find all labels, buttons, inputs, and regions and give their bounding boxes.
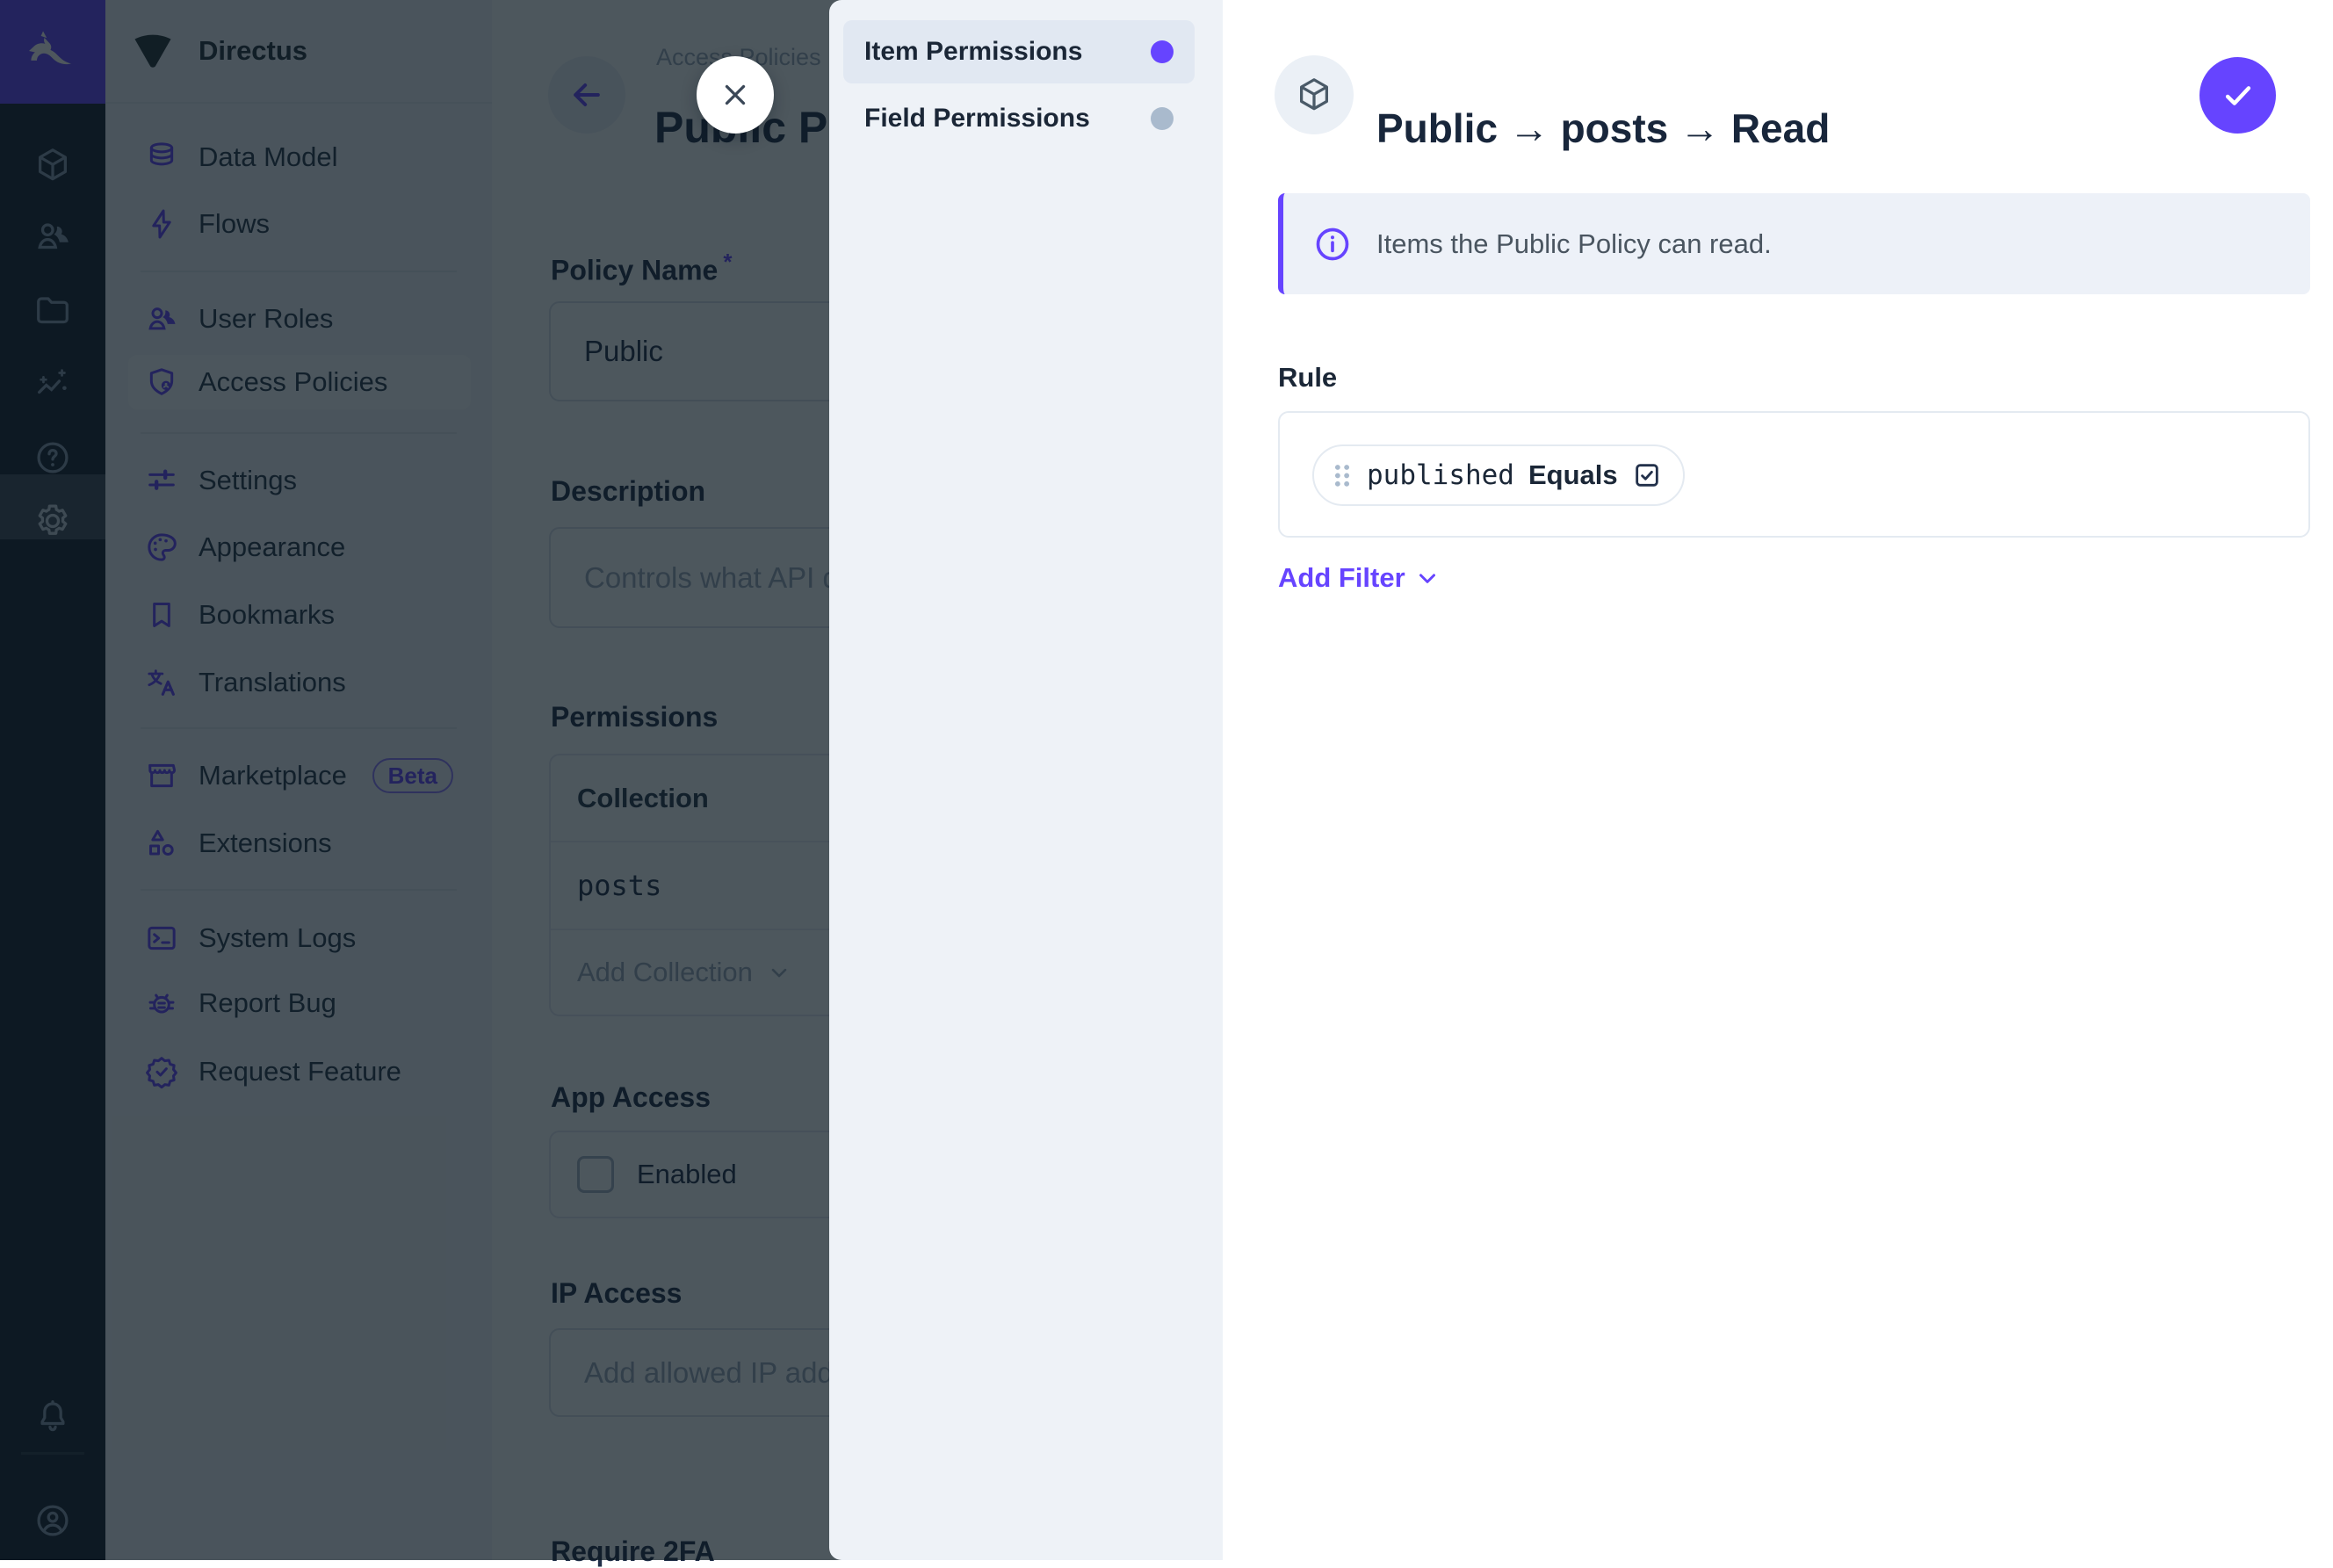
rule-card: published Equals [1278,411,2310,538]
filter-chip[interactable]: published Equals [1312,444,1685,506]
info-banner-text: Items the Public Policy can read. [1376,228,1772,260]
check-icon [2219,76,2257,115]
box-icon [1294,75,1334,115]
drawer-sidebar: Item Permissions Field Permissions [829,0,1223,1560]
permissions-drawer: Item Permissions Field Permissions Publi… [829,0,2333,1560]
chevron-down-icon [1414,565,1441,591]
close-icon [719,78,752,112]
filter-operator[interactable]: Equals [1528,459,1618,491]
filter-field[interactable]: published [1367,459,1514,491]
save-button[interactable] [2199,57,2276,134]
drawer-content: Public → posts → Read Items the Public P… [1223,0,2333,1560]
tab-field-permissions[interactable]: Field Permissions [843,87,1195,150]
tab-item-permissions[interactable]: Item Permissions [843,20,1195,83]
drawer-title: Public → posts → Read [1376,105,1830,152]
active-tab-dot [1151,40,1174,63]
info-banner: Items the Public Policy can read. [1278,193,2310,294]
rule-label: Rule [1278,362,1337,394]
info-icon [1313,225,1352,264]
inactive-tab-dot [1151,107,1174,130]
app-window: Directus Data Model Flows User Roles A [0,0,2333,1560]
drawer-header-avatar [1275,55,1354,134]
close-drawer-button[interactable] [697,56,774,134]
drag-handle-icon[interactable] [1332,462,1353,488]
add-filter-button[interactable]: Add Filter [1278,562,1441,594]
checked-checkbox-icon[interactable] [1632,460,1662,490]
